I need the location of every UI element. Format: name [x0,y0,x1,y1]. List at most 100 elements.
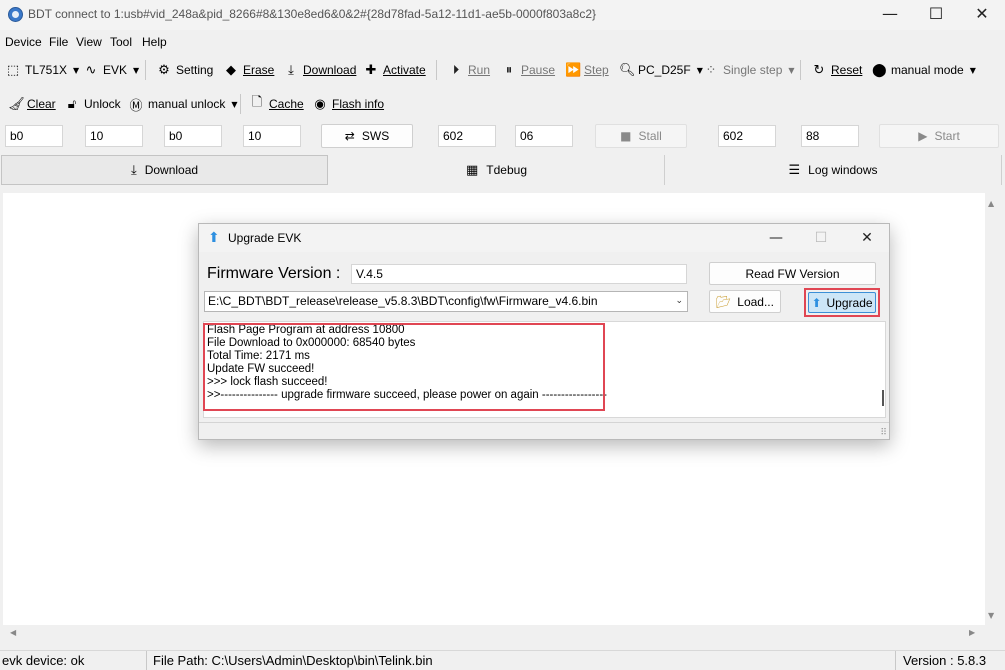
field-7[interactable]: 602 [718,125,776,147]
vertical-scrollbar[interactable]: ▲ ▼ [985,193,999,625]
menu-file[interactable]: File [49,35,68,49]
scroll-down-icon[interactable]: ▼ [988,611,994,620]
search-icon: 🔍︎ [619,62,636,78]
step-icon: ⏩ [565,62,582,78]
log-scroll-thumb[interactable] [882,390,884,406]
sync-icon: ⇄ [344,129,355,143]
eye-icon: ◉ [314,96,326,112]
sws-label: SWS [361,129,390,143]
divider [436,60,437,80]
dialog-close-button[interactable]: ✕ [847,226,887,250]
menu-tool[interactable]: Tool [110,35,132,49]
clear-label: Clear [27,97,56,111]
menu-help[interactable]: Help [142,35,167,49]
dialog-status-bar: ⠿ [199,422,889,439]
field-3[interactable]: b0 [164,125,222,147]
board-select[interactable]: ∿ EVK ▼ [84,54,140,86]
dialog-title: Upgrade EVK [228,231,302,245]
document-icon: 🗋︎ [251,95,263,110]
register-field-row: b0 10 b0 10 ⇄ SWS 602 06 ■ Stall 602 88 ▶ S… [0,124,1005,150]
log-highlight-box [203,323,605,411]
menu-device[interactable]: Device [5,35,42,49]
dialog-minimize-button[interactable]: — [756,226,796,250]
pc-label: PC_D25F [638,63,691,77]
firmware-version-label: Firmware Version : [207,265,341,282]
firmware-path-combo[interactable]: E:\C_BDT\BDT_release\release_v5.8.3\BDT\… [204,291,688,312]
scroll-right-icon[interactable]: ▶ [969,628,975,637]
field-5[interactable]: 602 [438,125,496,147]
erase-button[interactable]: ◆ Erase [224,54,274,86]
run-label: Run [468,63,491,77]
load-label: Load... [737,294,774,309]
activate-button[interactable]: ✚ Activate [364,54,426,86]
read-fw-version-button[interactable]: Read FW Version [709,262,876,285]
play-icon: ▶ [918,129,928,143]
read-fw-version-label: Read FW Version [745,266,840,281]
activate-label: Activate [383,63,426,77]
field-2[interactable]: 10 [85,125,143,147]
reset-label: Reset [831,63,863,77]
pc-select[interactable]: 🔍︎ PC_D25F ▼ [619,54,703,86]
secondary-toolbar: 🧹︎ Clear 🔓︎ Unlock Ⓜmanual unlock ▼ 🗋︎ Cache… [0,88,1005,120]
file-path-status: File Path: C:\Users\Admin\Desktop\bin\Te… [153,653,433,668]
reset-button[interactable]: ↻ Reset [812,54,863,86]
tab-log-windows[interactable]: ☰ Log windows [665,155,1002,185]
single-step-select[interactable]: ⁘ Single step ▼ [704,54,795,86]
setting-button[interactable]: ⚙ Setting [157,54,213,86]
horizontal-scrollbar[interactable]: ◀ ▶ [3,625,985,641]
chevron-down-icon: ▼ [788,65,795,75]
stall-button[interactable]: ■ Stall [595,124,687,148]
flash-info-label: Flash info [332,97,385,111]
start-button[interactable]: ▶ Start [879,124,999,148]
status-bar: evk device: ok File Path: C:\Users\Admin… [0,650,1005,670]
unlock-label: Unlock [84,97,121,111]
eraser-icon: ◆ [226,62,236,78]
chip-select[interactable]: ⬚ TL751X ▼ [6,54,79,86]
manual-unlock-select[interactable]: Ⓜmanual unlock ▼ [129,88,237,120]
download-button[interactable]: ⤓ Download [284,54,356,86]
unlock-button[interactable]: 🔓︎ Unlock [65,88,121,120]
broom-icon: 🧹︎ [8,96,25,112]
app-logo-icon [8,7,23,22]
resize-grip-icon[interactable]: ⠿ [880,428,887,438]
tab-tdebug[interactable]: ▦ Tdebug [329,155,665,185]
clear-button[interactable]: 🧹︎ Clear [8,88,56,120]
mode-select[interactable]: ⬤ manual mode ▼ [872,54,976,86]
divider [240,94,241,114]
tab-download[interactable]: ⤓ Download [1,155,328,185]
field-8[interactable]: 88 [801,125,859,147]
single-step-label: Single step [723,63,783,77]
scroll-up-icon[interactable]: ▲ [988,199,994,208]
scroll-left-icon[interactable]: ◀ [10,628,16,637]
run-button[interactable]: ⏵ Run [449,54,490,86]
unlock-icon: 🔓︎ [67,96,77,112]
chevron-down-icon: ▼ [696,65,703,75]
cache-button[interactable]: 🗋︎ Cache [250,88,304,120]
mode-label: manual mode [891,63,964,77]
minimize-button[interactable]: — [867,0,913,30]
flash-info-button[interactable]: ◉ Flash info [313,88,384,120]
wave-icon: ∿ [85,62,97,78]
field-4[interactable]: 10 [243,125,301,147]
download-icon: ⤓ [288,62,294,78]
firmware-path-value: E:\C_BDT\BDT_release\release_v5.8.3\BDT\… [208,294,598,308]
cache-label: Cache [269,97,304,111]
load-button[interactable]: 📂︎ Load... [709,290,781,313]
field-6[interactable]: 06 [515,125,573,147]
sws-button[interactable]: ⇄ SWS [321,124,413,148]
chevron-down-icon[interactable]: ⌄ [675,292,683,311]
menu-view[interactable]: View [76,35,102,49]
step-button[interactable]: ⏩ Step [565,54,609,86]
download-icon: ⤓ [130,162,137,178]
divider [145,60,146,80]
pause-label: Pause [521,63,556,77]
pause-button[interactable]: ⏸ Pause [502,54,555,86]
start-label: Start [934,129,960,143]
field-1[interactable]: b0 [5,125,63,147]
firmware-version-field[interactable]: V.4.5 [351,264,687,284]
upgrade-button[interactable]: ⬆ Upgrade [808,292,876,313]
maximize-button[interactable]: ☐ [913,0,959,30]
upgrade-evk-dialog: ⬆ Upgrade EVK — ☐ ✕ Firmware Version : V… [198,223,890,440]
arrow-up-icon: ⬆ [811,295,822,310]
close-button[interactable]: ✕ [959,0,1005,30]
